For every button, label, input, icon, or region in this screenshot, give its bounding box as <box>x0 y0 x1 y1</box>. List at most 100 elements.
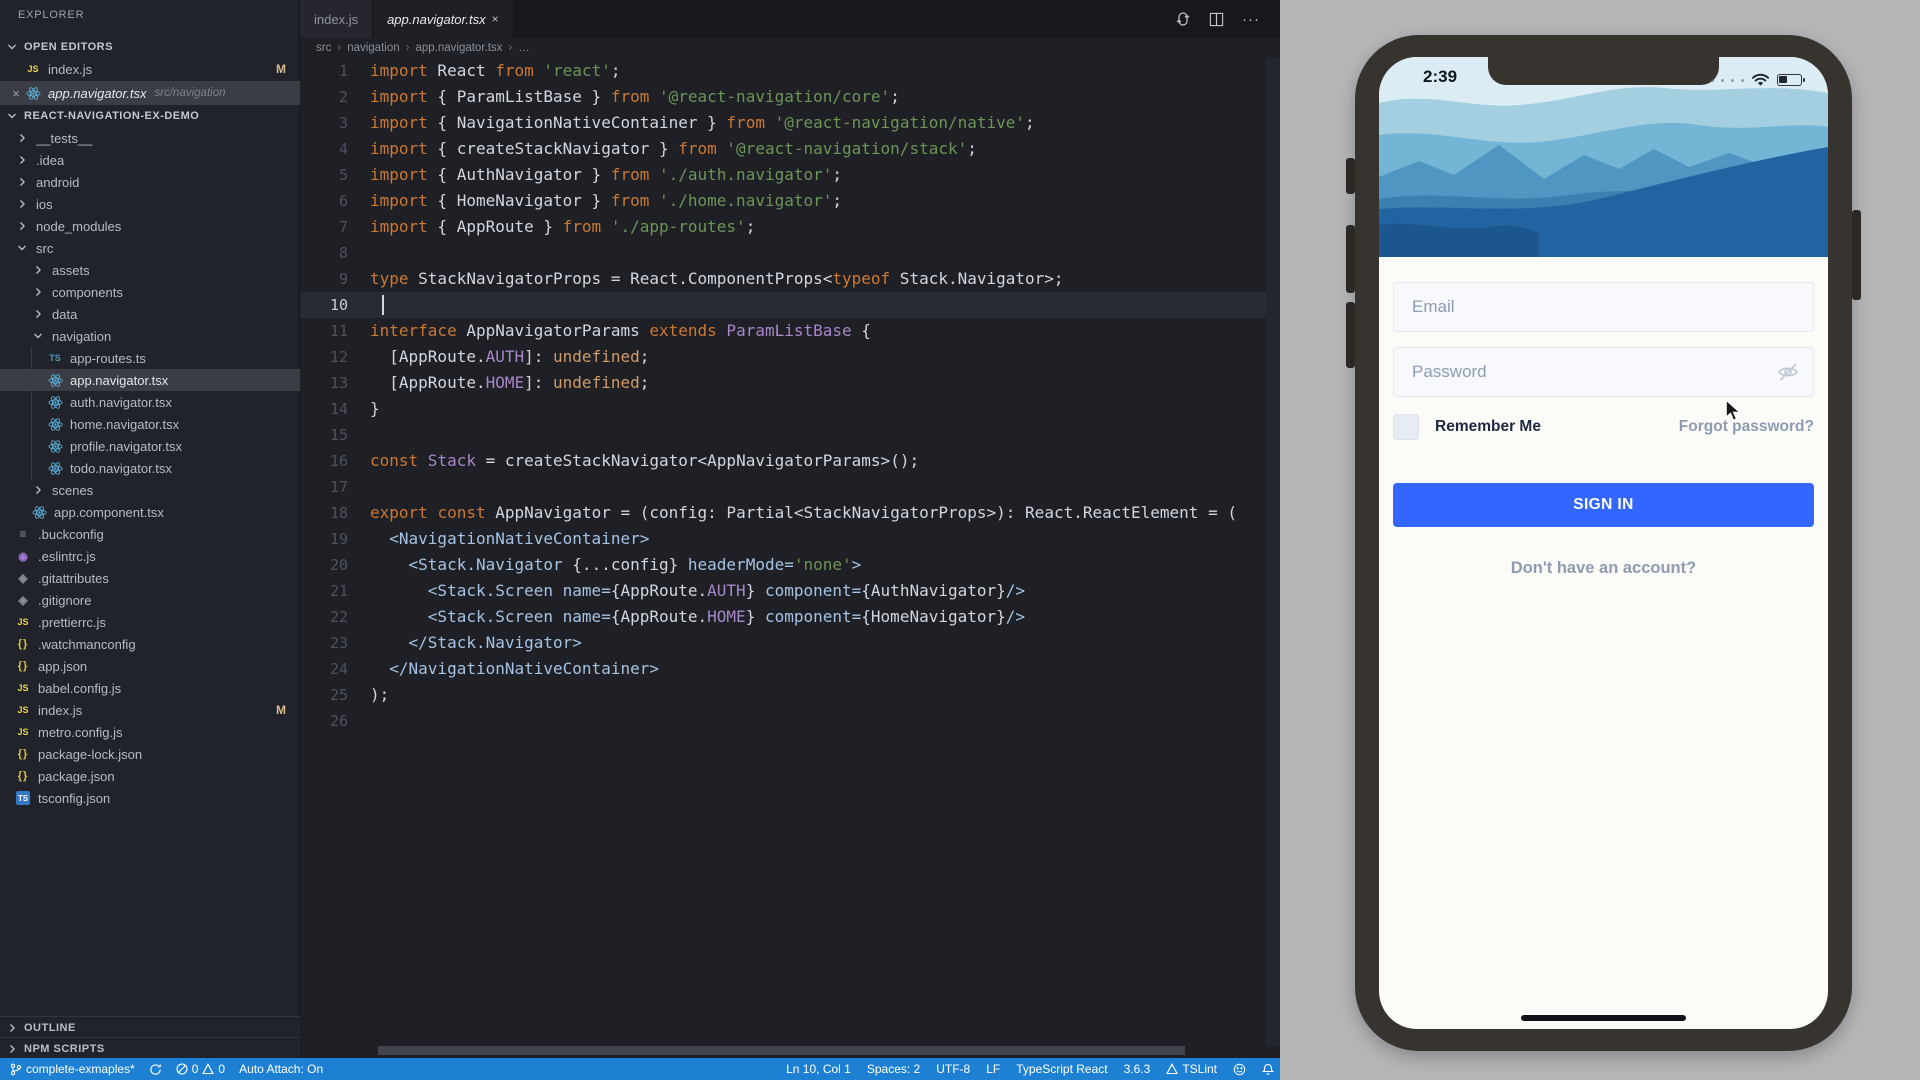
tree-item-.gitattributes[interactable]: ◈.gitattributes <box>0 567 300 589</box>
notifications-bell-button[interactable] <box>1262 1063 1274 1076</box>
code-line-11: 11interface AppNavigatorParams extends P… <box>300 318 1280 344</box>
tree-item-babel.config.js[interactable]: JSbabel.config.js <box>0 677 300 699</box>
volume-up-button[interactable] <box>1346 225 1355 293</box>
tab-index.js[interactable]: index.js <box>300 0 373 38</box>
tree-item-node_modules[interactable]: node_modules <box>0 215 300 237</box>
status-time: 2:39 <box>1423 67 1457 87</box>
toggle-password-visibility-icon[interactable] <box>1776 360 1800 384</box>
open-editors-header[interactable]: OPEN EDITORS <box>0 36 300 58</box>
git-branch-indicator[interactable]: complete-exmaples* <box>10 1062 135 1076</box>
indent-guide <box>31 347 32 479</box>
breadcrumb-item-app.navigator.tsx[interactable]: app.navigator.tsx <box>415 42 502 54</box>
tree-item-package.json[interactable]: {}package.json <box>0 765 300 787</box>
open-changes-icon[interactable] <box>1175 11 1191 27</box>
code-line-9: 9type StackNavigatorProps = React.Compon… <box>300 266 1280 292</box>
warning-icon <box>202 1063 214 1075</box>
tab-app.navigator.tsx[interactable]: app.navigator.tsx× <box>373 0 514 38</box>
react-file-icon <box>46 372 64 388</box>
tree-item-data[interactable]: data <box>0 303 300 325</box>
code-viewport[interactable]: 1import React from 'react';2import { Par… <box>300 58 1280 1038</box>
tree-item-android[interactable]: android <box>0 171 300 193</box>
status-language-mode[interactable]: TypeScript React <box>1016 1062 1107 1076</box>
tree-item-package-lock.json[interactable]: {}package-lock.json <box>0 743 300 765</box>
remember-me-checkbox[interactable] <box>1393 414 1419 440</box>
sidebar-panel-outline[interactable]: OUTLINE <box>0 1016 300 1038</box>
close-icon[interactable]: × <box>8 86 24 101</box>
status-eol[interactable]: LF <box>986 1062 1000 1076</box>
ts-file-icon: TS <box>46 350 64 366</box>
open-editor-app.navigator.tsx[interactable]: ×app.navigator.tsxsrc/navigation <box>0 81 300 105</box>
tree-item-scenes[interactable]: scenes <box>0 479 300 501</box>
tree-item-auth.navigator.tsx[interactable]: auth.navigator.tsx <box>0 391 300 413</box>
tree-item-app-routes.ts[interactable]: TSapp-routes.ts <box>0 347 300 369</box>
chevron-down-icon <box>14 240 30 256</box>
tree-item-src[interactable]: src <box>0 237 300 259</box>
feedback-smiley-button[interactable] <box>1233 1063 1246 1076</box>
more-actions-icon[interactable]: ··· <box>1242 11 1260 28</box>
tree-item-__tests__[interactable]: __tests__ <box>0 127 300 149</box>
chevron-right-icon <box>30 284 46 300</box>
tree-item-tsconfig.json[interactable]: TStsconfig.json <box>0 787 300 809</box>
json-file-icon: {} <box>14 658 32 674</box>
problems-indicator[interactable]: 00 <box>176 1062 225 1076</box>
mute-switch[interactable] <box>1346 158 1355 194</box>
tree-item-.buckconfig[interactable]: ≡.buckconfig <box>0 523 300 545</box>
react-file-icon <box>46 438 64 454</box>
volume-down-button[interactable] <box>1346 302 1355 368</box>
auto-attach-indicator[interactable]: Auto Attach: On <box>239 1062 323 1076</box>
tree-item-index.js[interactable]: JSindex.jsM <box>0 699 300 721</box>
horizontal-scrollbar[interactable] <box>378 1046 1185 1055</box>
tree-item-.watchmanconfig[interactable]: {}.watchmanconfig <box>0 633 300 655</box>
tree-item-.prettierrc.js[interactable]: JS.prettierrc.js <box>0 611 300 633</box>
react-file-icon <box>24 85 42 101</box>
breadcrumb-item-…[interactable]: … <box>518 42 530 54</box>
status-indentation[interactable]: Spaces: 2 <box>867 1062 920 1076</box>
home-indicator[interactable] <box>1521 1015 1686 1021</box>
react-file-icon <box>46 394 64 410</box>
code-line-12: 12 [AppRoute.AUTH]: undefined; <box>300 344 1280 370</box>
tree-item-app.navigator.tsx[interactable]: app.navigator.tsx <box>0 369 300 391</box>
tree-item-navigation[interactable]: navigation <box>0 325 300 347</box>
tree-item-app.json[interactable]: {}app.json <box>0 655 300 677</box>
no-account-link[interactable]: Don't have an account? <box>1379 559 1828 578</box>
sign-in-button[interactable]: SIGN IN <box>1393 483 1814 527</box>
breadcrumb-item-src[interactable]: src <box>316 42 331 54</box>
tree-item-.idea[interactable]: .idea <box>0 149 300 171</box>
sidebar-panel-npm-scripts[interactable]: NPM SCRIPTS <box>0 1037 300 1059</box>
open-editor-index.js[interactable]: JSindex.jsM <box>0 57 300 81</box>
forgot-password-link[interactable]: Forgot password? <box>1679 418 1814 436</box>
close-icon[interactable]: × <box>492 12 499 26</box>
tree-item-metro.config.js[interactable]: JSmetro.config.js <box>0 721 300 743</box>
split-editor-icon[interactable] <box>1209 12 1224 27</box>
power-button[interactable] <box>1852 210 1861 300</box>
status-bar-left: complete-exmaples* 00 Auto Attach: On <box>10 1062 337 1076</box>
chevron-right-icon <box>14 218 30 234</box>
tree-item-ios[interactable]: ios <box>0 193 300 215</box>
chevron-right-icon <box>4 1041 20 1057</box>
status-encoding[interactable]: UTF-8 <box>936 1062 970 1076</box>
status-typescript-version[interactable]: 3.6.3 <box>1124 1062 1151 1076</box>
email-field[interactable] <box>1393 282 1814 332</box>
remember-me-label: Remember Me <box>1435 418 1541 436</box>
chevron-right-icon <box>14 152 30 168</box>
password-field[interactable] <box>1393 347 1814 397</box>
tree-item-assets[interactable]: assets <box>0 259 300 281</box>
signal-dot-icon <box>1741 79 1744 82</box>
tree-item-profile.navigator.tsx[interactable]: profile.navigator.tsx <box>0 435 300 457</box>
chevron-down-icon <box>4 108 20 124</box>
code-line-20: 20 <Stack.Navigator {...config} headerMo… <box>300 552 1280 578</box>
tree-item-app.component.tsx[interactable]: app.component.tsx <box>0 501 300 523</box>
breadcrumb-item-navigation[interactable]: navigation <box>347 42 399 54</box>
project-header[interactable]: REACT-NAVIGATION-EX-DEMO <box>0 105 300 127</box>
tree-item-components[interactable]: components <box>0 281 300 303</box>
git-file-icon: ◈ <box>14 570 32 586</box>
status-cursor-position[interactable]: Ln 10, Col 1 <box>786 1062 851 1076</box>
tree-item-.eslintrc.js[interactable]: ◉.eslintrc.js <box>0 545 300 567</box>
js-file-icon: JS <box>14 680 32 696</box>
sync-button[interactable] <box>149 1063 162 1076</box>
code-line-3: 3import { NavigationNativeContainer } fr… <box>300 110 1280 136</box>
tree-item-.gitignore[interactable]: ◈.gitignore <box>0 589 300 611</box>
tree-item-todo.navigator.tsx[interactable]: todo.navigator.tsx <box>0 457 300 479</box>
tree-item-home.navigator.tsx[interactable]: home.navigator.tsx <box>0 413 300 435</box>
status-tslint[interactable]: TSLint <box>1166 1062 1217 1076</box>
